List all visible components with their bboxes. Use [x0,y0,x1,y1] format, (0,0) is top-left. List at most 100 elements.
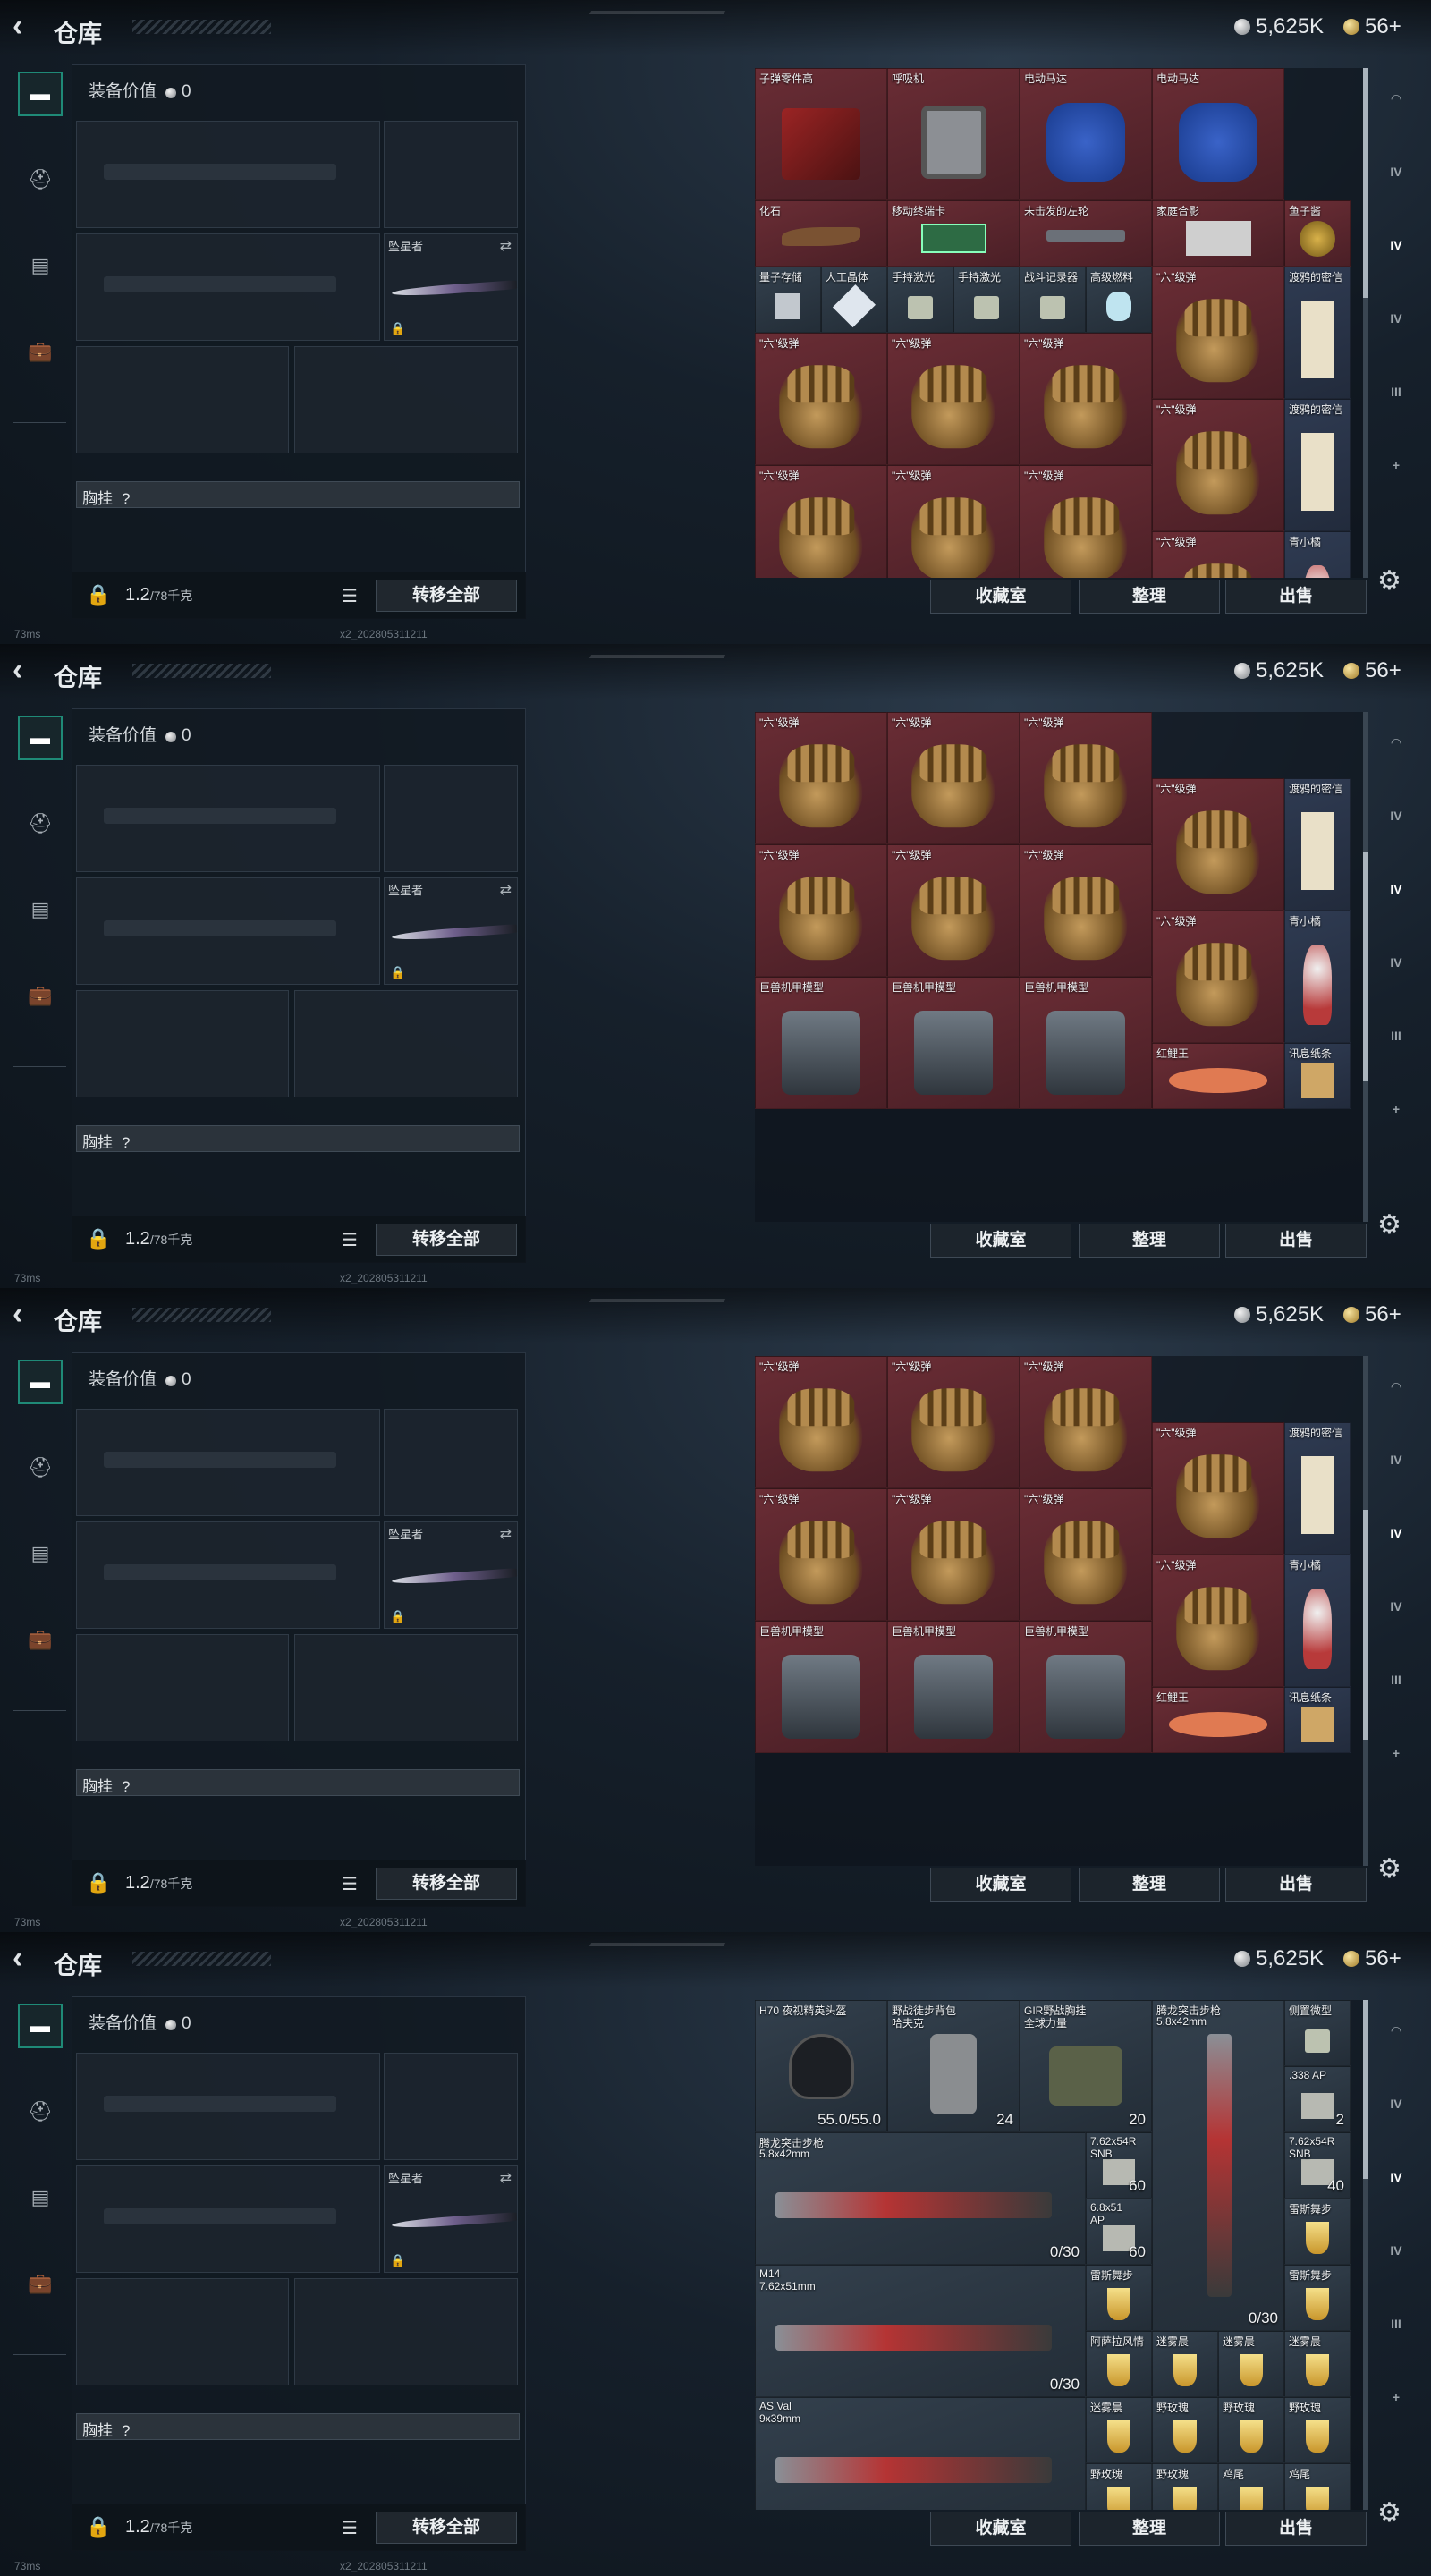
stash-item[interactable]: 腾龙突击步枪 5.8x42mm 0/30 [1152,2000,1284,2331]
vest-icon[interactable]: ▤ [18,1531,63,1576]
stash-item[interactable]: "六"级弹 [1020,333,1152,465]
list-icon[interactable]: ☰ [342,1873,358,1895]
stash-item[interactable]: "六"级弹 [755,712,887,844]
transfer-all-button[interactable]: 转移全部 [376,580,517,612]
stash-item[interactable]: 迷雾晨 [1218,2331,1284,2397]
stash-item[interactable]: 雷斯舞步 [1284,2265,1351,2331]
pistol-icon[interactable]: ▬ [18,1360,63,1404]
stash-item[interactable]: M14 7.62x51mm 0/30 [755,2265,1086,2397]
right-nav-tab[interactable]: ◠ [1377,1367,1415,1406]
right-nav-tab[interactable]: IV [1377,943,1415,982]
stash-item[interactable]: 野玫瑰 [1218,2397,1284,2463]
collection-room-button[interactable]: 收藏室 [930,580,1071,614]
right-nav-tab[interactable]: III [1377,372,1415,411]
list-icon[interactable]: ☰ [342,2517,358,2539]
stash-item[interactable]: 7.62x54R SNB 60 [1086,2132,1152,2199]
stash-item[interactable]: 青小橘 [1284,1555,1351,1687]
stash-item[interactable]: 手持激光 [887,267,953,333]
right-nav-tab[interactable]: + [1377,445,1415,485]
right-nav-tab[interactable]: ◠ [1377,2011,1415,2050]
swap-icon[interactable]: ⇄ [500,1525,512,1543]
briefcase-icon[interactable]: 💼 [18,329,63,374]
armor-slot[interactable] [294,990,518,1097]
list-icon[interactable]: ☰ [342,585,358,607]
stash-item[interactable]: "六"级弹 [887,1488,1020,1621]
transfer-all-button[interactable]: 转移全部 [376,2512,517,2544]
pistol-slot[interactable] [384,121,518,228]
right-nav-tab[interactable]: IV [1377,1513,1415,1553]
stash-item[interactable]: 家庭合影 [1152,200,1284,267]
stash-item[interactable]: "六"级弹 [755,1488,887,1621]
stash-item[interactable]: "六"级弹 [887,333,1020,465]
right-nav-tab[interactable]: + [1377,1733,1415,1773]
briefcase-icon[interactable]: 💼 [18,2261,63,2306]
secondary-weapon-slot[interactable] [76,233,380,341]
stash-item[interactable]: 雷斯舞步 [1284,2199,1351,2265]
stash-item[interactable]: 野玫瑰 [1086,2463,1152,2510]
sort-button[interactable]: 整理 [1079,2512,1220,2546]
stash-item[interactable]: 渡鸦的密信 [1284,267,1351,399]
sort-button[interactable]: 整理 [1079,580,1220,614]
right-nav-tab[interactable]: + [1377,2377,1415,2417]
stash-item[interactable]: 巨兽机甲模型 [755,977,887,1109]
gear-icon[interactable]: ⚙ [1377,565,1401,597]
briefcase-icon[interactable]: 💼 [18,973,63,1018]
help-icon[interactable]: ? [122,490,130,507]
primary-weapon-slot[interactable] [76,2053,380,2160]
right-nav-tab[interactable]: IV [1377,796,1415,835]
stash-item[interactable]: 鸡尾 [1284,2463,1351,2510]
right-nav-tab[interactable]: IV [1377,299,1415,338]
stash-item[interactable]: GIR野战胸挂 全球力量 20 [1020,2000,1152,2132]
stash-item[interactable]: "六"级弹 [755,1356,887,1488]
sell-button[interactable]: 出售 [1225,2512,1367,2546]
armor-slot[interactable] [294,346,518,453]
chest-rig-slot[interactable]: 胸挂? [76,1125,520,1152]
right-nav-tab[interactable]: III [1377,2304,1415,2343]
stash-item[interactable]: "六"级弹 [887,712,1020,844]
stash-item[interactable]: 鱼子酱 [1284,200,1351,267]
primary-weapon-slot[interactable] [76,1409,380,1516]
stash-item[interactable]: 红鲤王 [1152,1687,1284,1753]
stash-item[interactable]: 巨兽机甲模型 [1020,1621,1152,1753]
stash-item[interactable]: 战斗记录器 [1020,267,1086,333]
gear-icon[interactable]: ⚙ [1377,1209,1401,1241]
stash-scrollbar-thumb[interactable] [1363,2000,1368,2179]
gear-icon[interactable]: ⚙ [1377,2497,1401,2529]
pistol-slot[interactable] [384,765,518,872]
stash-item[interactable]: 未击发的左轮 [1020,200,1152,267]
stash-item[interactable]: "六"级弹 [1152,267,1284,399]
stash-item[interactable]: "六"级弹 [755,844,887,977]
stash-item[interactable]: 野玫瑰 [1284,2397,1351,2463]
stash-item[interactable]: "六"级弹 [1152,911,1284,1043]
stash-item[interactable]: "六"级弹 [887,465,1020,578]
stash-item[interactable]: 巨兽机甲模型 [1020,977,1152,1109]
right-nav-tab[interactable]: + [1377,1089,1415,1129]
transfer-all-button[interactable]: 转移全部 [376,1224,517,1256]
transfer-all-button[interactable]: 转移全部 [376,1868,517,1900]
stash-item[interactable]: .338 AP 2 [1284,2066,1351,2132]
armor-slot[interactable] [294,2278,518,2385]
stash-item[interactable]: 渡鸦的密信 [1284,778,1351,911]
stash-item[interactable]: AS Val 9x39mm [755,2397,1086,2510]
stash-item[interactable]: 侧置微型 [1284,2000,1351,2066]
stash-item[interactable]: 野玫瑰 [1152,2397,1218,2463]
stash-item[interactable]: 电动马达 [1152,68,1284,200]
right-nav-tab[interactable]: IV [1377,2157,1415,2197]
gear-icon[interactable]: ⚙ [1377,1853,1401,1885]
stash-item[interactable]: "六"级弹 [1020,465,1152,578]
swap-icon[interactable]: ⇄ [500,237,512,255]
collection-room-button[interactable]: 收藏室 [930,1224,1071,1258]
back-arrow-icon[interactable]: ‹ [13,655,38,687]
right-nav-tab[interactable]: ◠ [1377,79,1415,118]
sell-button[interactable]: 出售 [1225,1868,1367,1902]
helmet-slot[interactable] [76,346,289,453]
stash-scrollbar-thumb[interactable] [1363,68,1368,298]
stash-item[interactable]: 巨兽机甲模型 [755,1621,887,1753]
stash-item[interactable]: "六"级弹 [1020,844,1152,977]
stash-item[interactable]: "六"级弹 [1152,778,1284,911]
stash-item[interactable]: 6.8x51 AP 60 [1086,2199,1152,2265]
chest-rig-slot[interactable]: 胸挂? [76,2413,520,2440]
melee-slot[interactable]: 坠星者 ⇄ 🔒 [384,877,518,985]
stash-item[interactable]: 讯息纸条 [1284,1687,1351,1753]
list-icon[interactable]: ☰ [342,1229,358,1251]
